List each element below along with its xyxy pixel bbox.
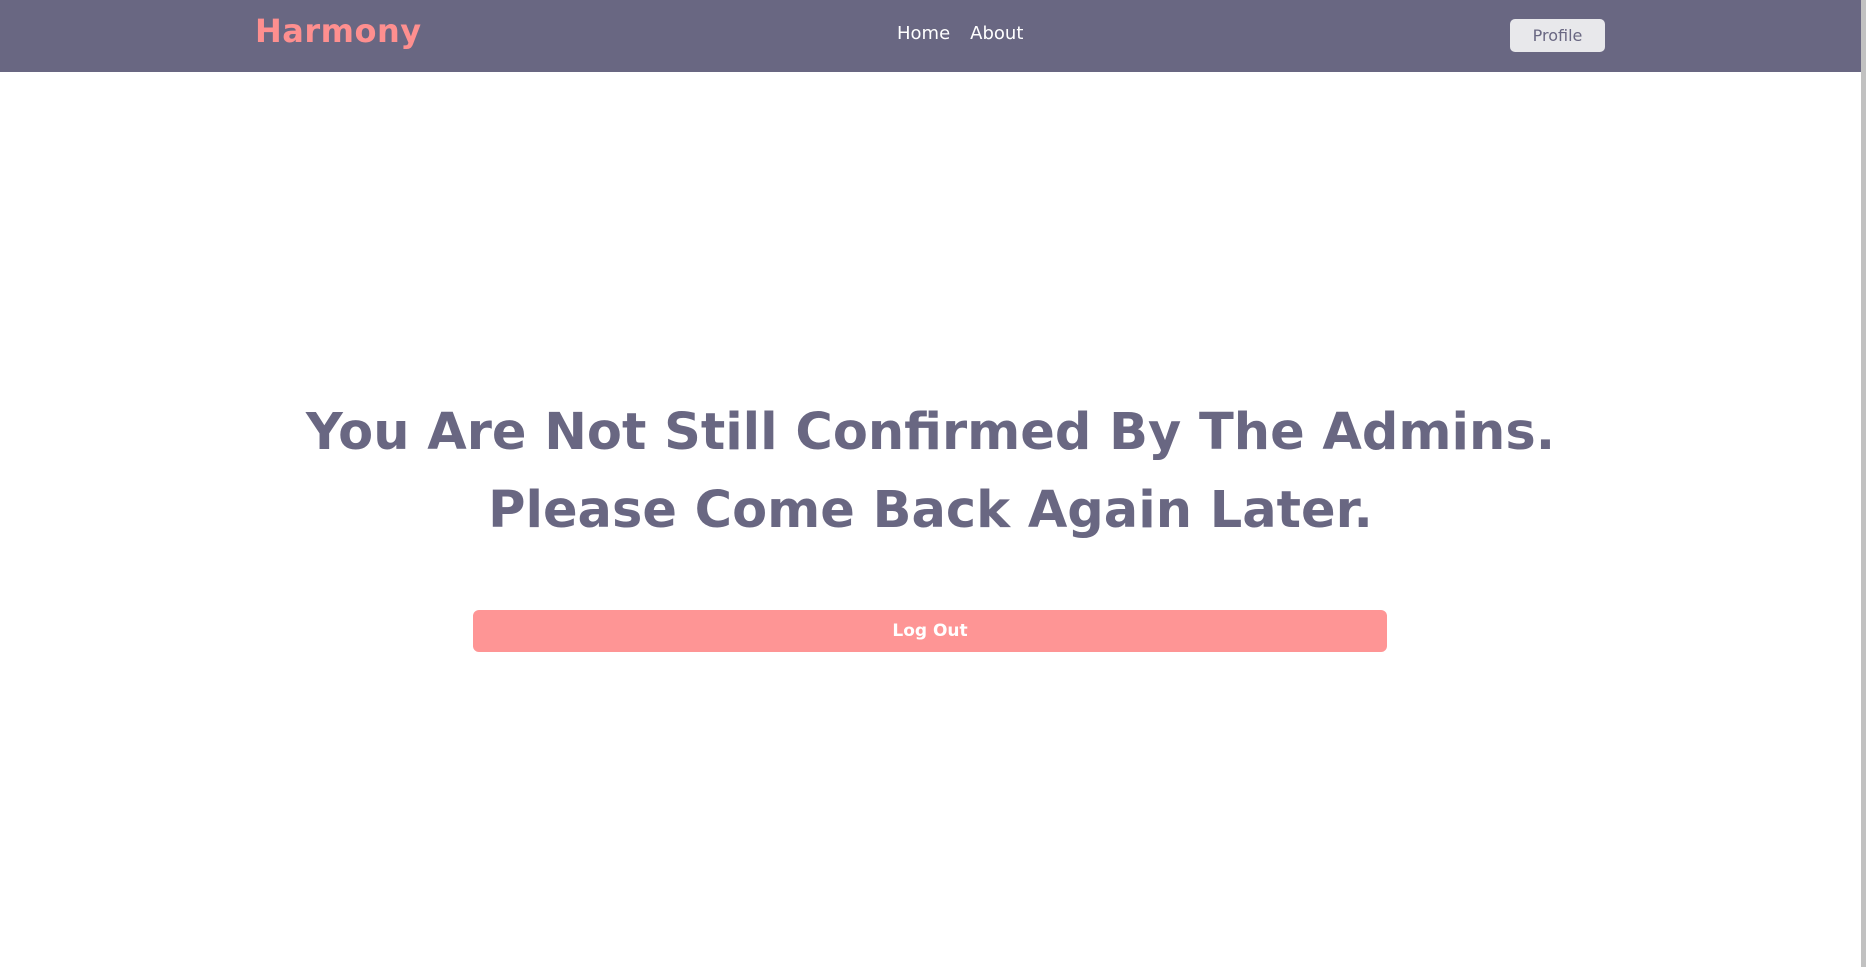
nav-link-home[interactable]: Home — [897, 23, 950, 44]
profile-button[interactable]: Profile — [1510, 19, 1605, 52]
navbar: Harmony Home About Profile — [0, 0, 1861, 72]
brand-logo[interactable]: Harmony — [255, 12, 422, 50]
message-line-1: You Are Not Still Confirmed By The Admin… — [305, 403, 1556, 462]
nav-link-about[interactable]: About — [970, 23, 1023, 44]
logout-button[interactable]: Log Out — [473, 610, 1387, 652]
message-line-2: Please Come Back Again Later. — [488, 481, 1373, 540]
scrollbar-thumb[interactable] — [1861, 0, 1866, 967]
nav-links: Home About — [897, 23, 1023, 44]
confirmation-message: You Are Not Still Confirmed By The Admin… — [0, 394, 1861, 550]
